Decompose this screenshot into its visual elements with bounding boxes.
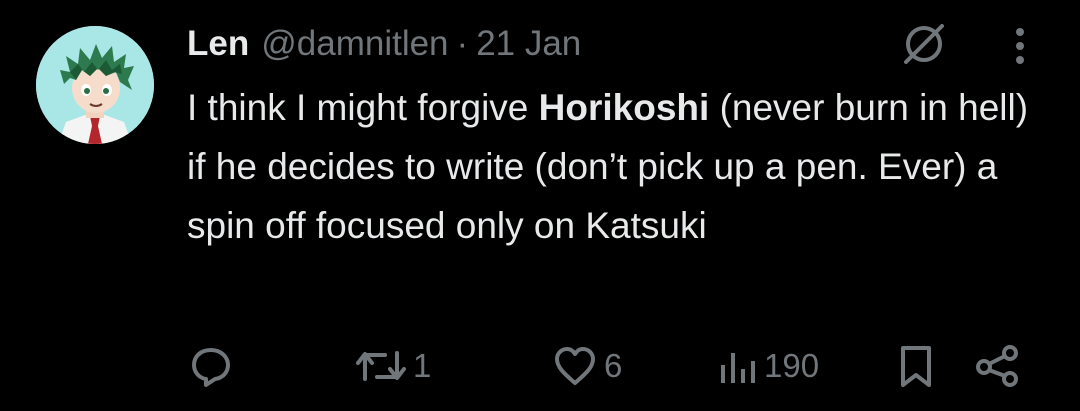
retweet-button[interactable]: 1 bbox=[355, 336, 431, 396]
share-button[interactable] bbox=[974, 336, 1022, 396]
avatar[interactable] bbox=[36, 26, 154, 144]
more-dots-icon[interactable] bbox=[1000, 22, 1040, 70]
bookmark-icon bbox=[896, 343, 936, 389]
like-button[interactable]: 6 bbox=[552, 336, 622, 396]
share-icon bbox=[974, 343, 1022, 389]
avatar-image bbox=[36, 26, 154, 144]
reply-button[interactable] bbox=[188, 336, 240, 396]
tweet-date[interactable]: 21 Jan bbox=[476, 24, 581, 64]
author-name[interactable]: Len bbox=[187, 24, 249, 64]
tweet-text: I think I might forgive Horikoshi (never… bbox=[187, 78, 1037, 255]
tweet[interactable]: Len @damnitlen · 21 Jan I think I might … bbox=[0, 0, 1080, 411]
author-handle[interactable]: @damnitlen bbox=[261, 24, 448, 64]
views-bar-chart-icon bbox=[718, 343, 758, 389]
heart-icon bbox=[552, 343, 598, 389]
tweet-actions: 1 6 190 bbox=[0, 336, 1080, 396]
retweet-icon bbox=[355, 343, 407, 389]
tweet-text-part1: I think I might forgive bbox=[187, 87, 539, 128]
retweet-count: 1 bbox=[413, 347, 432, 384]
header-separator: · bbox=[456, 24, 469, 63]
reply-icon bbox=[188, 343, 234, 389]
like-count: 6 bbox=[604, 347, 623, 384]
views-button[interactable]: 190 bbox=[718, 336, 819, 396]
tweet-header: Len @damnitlen · 21 Jan bbox=[187, 20, 581, 68]
views-count: 190 bbox=[764, 347, 820, 384]
tweet-text-bold: Horikoshi bbox=[538, 87, 710, 128]
bookmark-button[interactable] bbox=[896, 336, 936, 396]
grok-icon[interactable] bbox=[898, 18, 950, 70]
